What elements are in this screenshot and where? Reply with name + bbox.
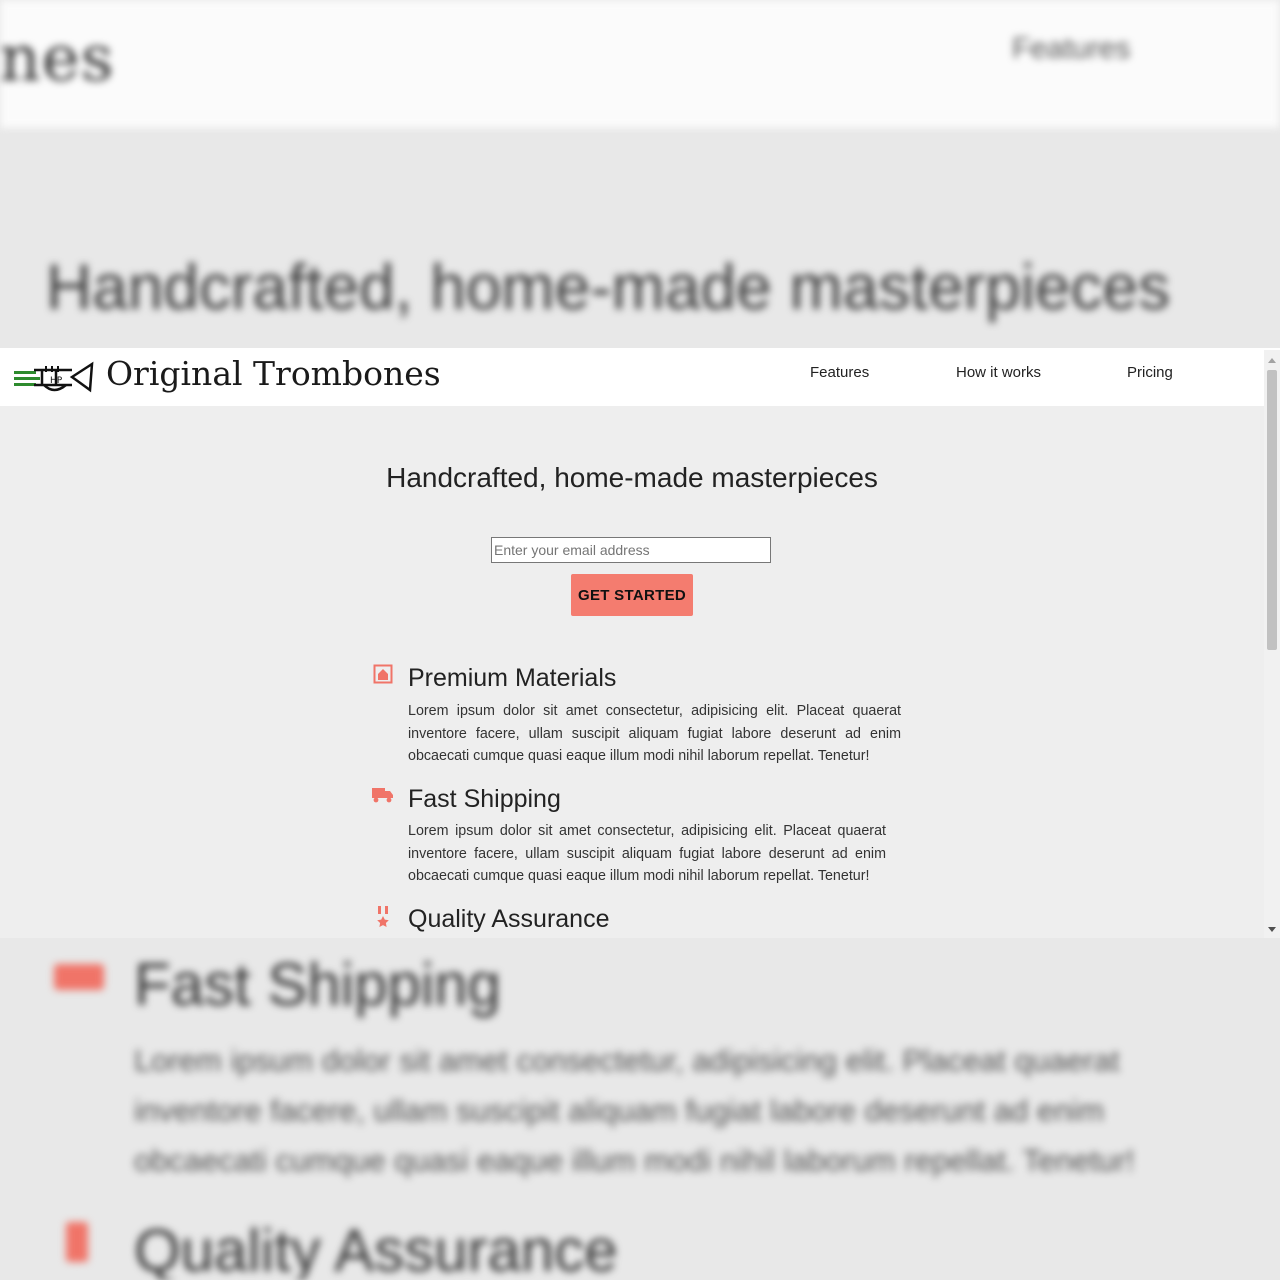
blurred-truck-icon (54, 964, 104, 990)
email-input[interactable] (491, 537, 771, 563)
scrollbar-thumb[interactable] (1267, 370, 1277, 650)
blurred-feature-text: Lorem ipsum dolor sit amet consectetur, … (134, 1043, 1135, 1178)
blurred-feature-title: Fast Shipping (134, 951, 501, 1018)
hero-title: Handcrafted, home-made masterpieces (386, 462, 878, 493)
feature-title: Fast Shipping (408, 785, 561, 813)
feature-text: Lorem ipsum dolor sit amet consectetur, … (408, 823, 886, 884)
feature-title: Premium Materials (408, 664, 617, 692)
nav-link-features[interactable]: Features (810, 364, 869, 381)
get-started-button[interactable]: GET STARTED (571, 574, 693, 616)
trombone-logo-icon: HP (14, 361, 94, 393)
blurred-logo-text: ones (0, 22, 115, 96)
nav-link-how-it-works[interactable]: How it works (956, 364, 1041, 381)
blurred-hero-title: Handcrafted, home-made masterpieces (46, 251, 1171, 323)
nav-link-pricing[interactable]: Pricing (1127, 364, 1173, 381)
vertical-scrollbar[interactable] (1264, 350, 1280, 938)
brand-name[interactable]: Original Trombones (106, 354, 441, 393)
truck-icon (372, 788, 393, 803)
blurred-feature-title: Quality Assurance (134, 1217, 618, 1280)
site-header: HP Original Trombones Features How it wo… (0, 350, 1264, 406)
blurred-nav-link: Features (1012, 32, 1131, 65)
feature-text: Lorem ipsum dolor sit amet consectetur, … (408, 703, 901, 764)
premium-materials-icon (373, 664, 393, 684)
feature-title: Quality Assurance (408, 905, 610, 933)
svg-text:HP: HP (50, 376, 63, 386)
blurred-header: ones Features (0, 0, 1280, 128)
medal-icon (377, 906, 389, 927)
scroll-up-arrow-icon[interactable] (1268, 358, 1276, 363)
page-viewport: HP Original Trombones Features How it wo… (0, 348, 1280, 938)
scroll-down-arrow-icon[interactable] (1268, 927, 1276, 932)
blurred-medal-icon (66, 1222, 88, 1262)
